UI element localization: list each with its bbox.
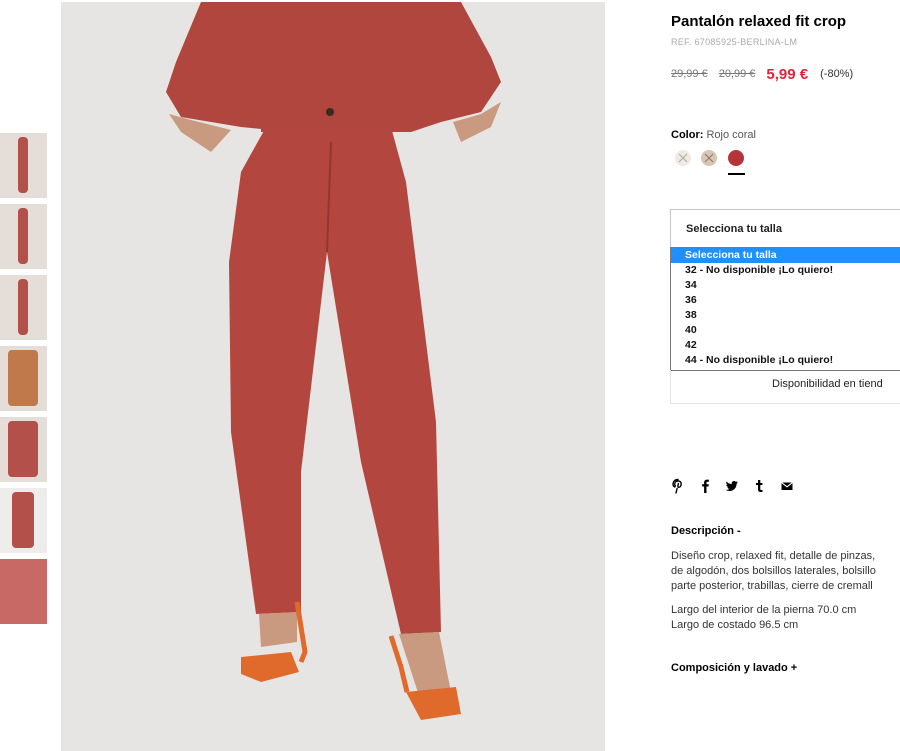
- thumbnail-1[interactable]: [0, 133, 47, 198]
- size-option[interactable]: 38: [671, 308, 900, 323]
- size-select-value: Selecciona tu talla: [686, 223, 782, 235]
- size-option[interactable]: 36: [671, 293, 900, 308]
- color-label: Color: Rojo coral: [671, 129, 756, 141]
- sale-price: 5,99 €: [766, 65, 809, 83]
- size-option[interactable]: 32 - No disponible ¡Lo quiero!: [671, 263, 900, 278]
- size-option[interactable]: 44 - No disponible ¡Lo quiero!: [671, 353, 900, 368]
- original-price: 29,99 €: [671, 68, 708, 80]
- main-product-image[interactable]: [61, 2, 605, 751]
- twitter-icon[interactable]: [725, 478, 739, 494]
- tumblr-icon[interactable]: [752, 478, 766, 494]
- size-dropdown-list: Selecciona tu talla 32 - No disponible ¡…: [670, 247, 900, 371]
- thumbnail-2[interactable]: [0, 204, 47, 269]
- thumbnail-5[interactable]: [0, 417, 47, 482]
- thumbnail-6[interactable]: [0, 488, 47, 553]
- composition-heading[interactable]: Composición y lavado +: [671, 662, 797, 674]
- color-swatch-beige[interactable]: [701, 150, 717, 166]
- size-option[interactable]: 40: [671, 323, 900, 338]
- product-reference: REF. 67085925-BERLINA-LM: [671, 37, 798, 47]
- description-heading[interactable]: Descripción -: [671, 525, 741, 537]
- color-value: Rojo coral: [706, 129, 756, 141]
- thumbnail-7[interactable]: [0, 559, 47, 624]
- size-option[interactable]: 34: [671, 278, 900, 293]
- size-select[interactable]: Selecciona tu talla: [670, 209, 900, 249]
- selected-swatch-indicator: [728, 173, 745, 175]
- description-line: parte posterior, trabillas, cierre de cr…: [671, 580, 873, 592]
- product-title: Pantalón relaxed fit crop: [671, 13, 847, 30]
- measure-line: Largo del interior de la pierna 70.0 cm: [671, 604, 857, 616]
- thumbnail-4[interactable]: [0, 346, 47, 411]
- facebook-icon[interactable]: [698, 478, 712, 494]
- size-option[interactable]: 42: [671, 338, 900, 353]
- color-swatch-rojo-coral[interactable]: [728, 150, 744, 166]
- description-line: de algodón, dos bolsillos laterales, bol…: [671, 565, 876, 577]
- store-availability-label: Disponibilidad en tiend: [772, 378, 883, 390]
- measure-line: Largo de costado 96.5 cm: [671, 619, 799, 631]
- color-label-key: Color:: [671, 129, 704, 141]
- pinterest-icon[interactable]: [671, 478, 685, 494]
- size-option[interactable]: Selecciona tu talla: [671, 248, 900, 263]
- price-block: 29,99 € 20,99 € 5,99 € (-80%): [671, 64, 853, 84]
- thumbnail-3[interactable]: [0, 275, 47, 340]
- description-line: Diseño crop, relaxed fit, detalle de pin…: [671, 550, 876, 562]
- discount-badge: (-80%): [820, 68, 854, 80]
- store-availability-button[interactable]: Disponibilidad en tiend: [670, 370, 900, 404]
- email-icon[interactable]: [780, 478, 794, 494]
- color-swatch-crudo[interactable]: [675, 150, 691, 166]
- previous-price: 20,99 €: [718, 68, 756, 80]
